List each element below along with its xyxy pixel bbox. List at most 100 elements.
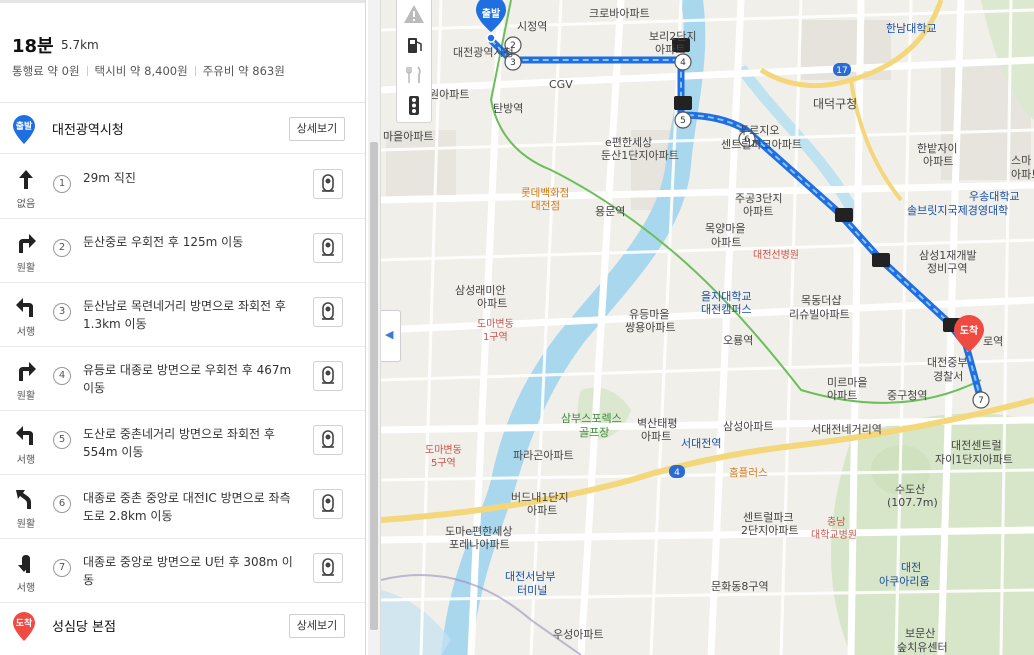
route-distance: 5.7km xyxy=(61,38,99,52)
step-number: 5 xyxy=(53,431,71,449)
route-step-6[interactable]: 원활 6 대종로 중촌 중앙로 대전IC 방면으로 좌측도로 2.8km 이동 xyxy=(0,474,365,539)
route-step-1[interactable]: 없음 1 29m 직진 xyxy=(0,154,365,219)
panel-scrollbar-thumb[interactable] xyxy=(370,142,378,630)
label-jugong1: 주공3단지 xyxy=(735,192,782,205)
label-aquarium1: 대전 xyxy=(901,561,921,574)
map-tool-panel xyxy=(396,0,432,123)
label-seodaejeon-st: 서대전역 xyxy=(681,437,721,450)
traffic-status: 서행 xyxy=(16,583,36,594)
street-view-icon xyxy=(314,302,342,330)
step-number: 4 xyxy=(53,367,71,385)
label-pureujio2: 센트럴파크아파트 xyxy=(721,138,802,151)
label-ohryong: 오룡역 xyxy=(723,334,753,347)
step-number: 1 xyxy=(53,175,71,193)
route-step-5[interactable]: 서행 5 도산로 중촌네거리 방면으로 좌회전 후 554m 이동 xyxy=(0,410,365,475)
destination-row[interactable]: 도착 성심당 본점 상세보기 xyxy=(0,600,365,650)
map-canvas: 23 4567 17 4 출발 도착 대전광역시청 시정역 크로바아파트 보리2단… xyxy=(381,0,1034,655)
turn-left-icon xyxy=(14,423,38,447)
label-samboo1: 삼부스포렉스 xyxy=(561,412,622,425)
map-view[interactable]: 234567 17 4 출발 도착 대전광역시청 시정역 크로바아파트 보리2단… xyxy=(381,0,1034,655)
street-view-button[interactable] xyxy=(313,489,343,519)
turn-straight-icon xyxy=(14,167,38,191)
label-bora: 보리2단지 xyxy=(649,30,696,43)
street-view-button[interactable] xyxy=(313,233,343,263)
destination-detail-button[interactable]: 상세보기 xyxy=(289,614,345,638)
destination-badge: 도착 xyxy=(15,619,33,629)
route-step-4[interactable]: 원활 4 유등로 대종로 방면으로 우회전 후 467m 이동 xyxy=(0,346,365,411)
svg-text:7: 7 xyxy=(978,396,984,406)
label-seon: 대전선병원 xyxy=(753,249,799,261)
label-chungnam1: 충남 xyxy=(827,516,845,528)
street-view-button[interactable] xyxy=(313,553,343,583)
label-yongmun: 용문역 xyxy=(595,205,625,218)
step-instruction: 29m 직진 xyxy=(83,171,136,185)
label-epyeon2: 둔산1단지아파트 xyxy=(601,149,679,162)
street-view-button[interactable] xyxy=(313,361,343,391)
traffic-status: 없음 xyxy=(16,199,36,210)
street-view-icon xyxy=(314,174,342,202)
label-sijeong: 시정역 xyxy=(517,20,547,33)
label-bomunsan1: 보문산 xyxy=(905,627,935,640)
label-doma1-2: 1구역 xyxy=(483,331,508,343)
collapse-panel-button[interactable]: ◀ xyxy=(381,310,401,362)
street-view-icon xyxy=(314,238,342,266)
step-number: 6 xyxy=(53,495,71,513)
step-instruction: 둔산남로 목련네거리 방면으로 좌회전 후 1.3km 이동 xyxy=(83,299,286,331)
label-epyeon-dom2: 포레나아파트 xyxy=(449,538,510,551)
svg-text:5: 5 xyxy=(680,116,686,126)
destination-name: 성심당 본점 xyxy=(52,620,116,635)
traffic-light-icon[interactable] xyxy=(397,90,431,120)
toll-cost: 통행료 약 0원 xyxy=(12,64,80,78)
step-number: 2 xyxy=(53,239,71,257)
label-bomunsan2: 숲치유센터 xyxy=(897,641,948,654)
label-budnae1: 버드내1단지 xyxy=(511,491,569,504)
label-mokyang2: 아파트 xyxy=(711,236,741,249)
street-view-button[interactable] xyxy=(313,425,343,455)
label-woosong1: 우송대학교 xyxy=(969,190,1020,203)
step-number: 7 xyxy=(53,559,71,577)
label-epyeon1: e편한세상 xyxy=(605,136,652,149)
label-cgv: CGV xyxy=(549,78,573,91)
route-duration: 18분 xyxy=(12,36,54,57)
label-sudosan2: (107.7m) xyxy=(887,496,938,509)
route-costs: 통행료 약 0원 택시비 약 8,400원 주유비 약 863원 xyxy=(12,63,285,79)
street-view-button[interactable] xyxy=(313,297,343,327)
label-central2: 자이1단지아파트 xyxy=(935,453,1013,466)
label-mokdong2: 리슈빌아파트 xyxy=(789,308,850,321)
route-step-7[interactable]: 서행 7 대종로 중앙로 방면으로 U턴 후 308m 이동 xyxy=(0,538,365,603)
label-jugong2: 아파트 xyxy=(743,205,773,218)
street-view-icon xyxy=(314,430,342,458)
origin-detail-button[interactable]: 상세보기 xyxy=(289,117,345,141)
route-step-3[interactable]: 서행 3 둔산남로 목련네거리 방면으로 좌회전 후 1.3km 이동 xyxy=(0,282,365,347)
map-end-badge: 도착 xyxy=(960,324,979,337)
label-mokyang1: 목양마을 xyxy=(705,222,745,235)
street-view-button[interactable] xyxy=(313,169,343,199)
map-start-badge: 출발 xyxy=(482,7,501,20)
turn-right-icon xyxy=(14,359,38,383)
label-yudeung1: 유등마을 xyxy=(629,308,669,321)
label-samsung-apt: 삼성아파트 xyxy=(723,420,774,433)
turn-slight-left-icon xyxy=(14,487,38,511)
label-terminal1: 대전서남부 xyxy=(505,570,556,583)
label-yudeung2: 쌍용아파트 xyxy=(625,321,676,334)
step-instruction: 도산로 중촌네거리 방면으로 좌회전 후 554m 이동 xyxy=(83,427,275,459)
label-byeoksan1: 벽산태평 xyxy=(637,417,677,430)
restaurant-icon[interactable] xyxy=(397,60,431,90)
street-view-icon xyxy=(314,494,342,522)
route-step-2[interactable]: 원활 2 둔산중로 우회전 후 125m 이동 xyxy=(0,218,365,283)
warning-icon[interactable] xyxy=(397,0,431,30)
label-epyeon-dom1: 도마e편한세상 xyxy=(445,525,513,538)
origin-row[interactable]: 출발 대전광역시청 상세보기 xyxy=(0,103,365,154)
label-seodaejeon-ne: 서대전네거리역 xyxy=(811,423,882,436)
label-doma5-1: 도마변동 xyxy=(425,444,462,456)
label-samboo2: 골프장 xyxy=(579,426,609,439)
label-smart2: 아파트 xyxy=(1011,168,1034,181)
label-maeul: 마을아파트 xyxy=(383,130,434,143)
label-chungnam2: 대학교병원 xyxy=(811,529,857,541)
gas-station-icon[interactable] xyxy=(397,30,431,60)
label-woosung: 우성아파트 xyxy=(553,628,604,641)
label-aquarium2: 아쿠아리움 xyxy=(879,575,930,588)
label-samsung-ap2: 정비구역 xyxy=(927,262,967,275)
taxi-cost: 택시비 약 8,400원 xyxy=(94,64,188,78)
label-sudosan1: 수도산 xyxy=(895,483,925,496)
